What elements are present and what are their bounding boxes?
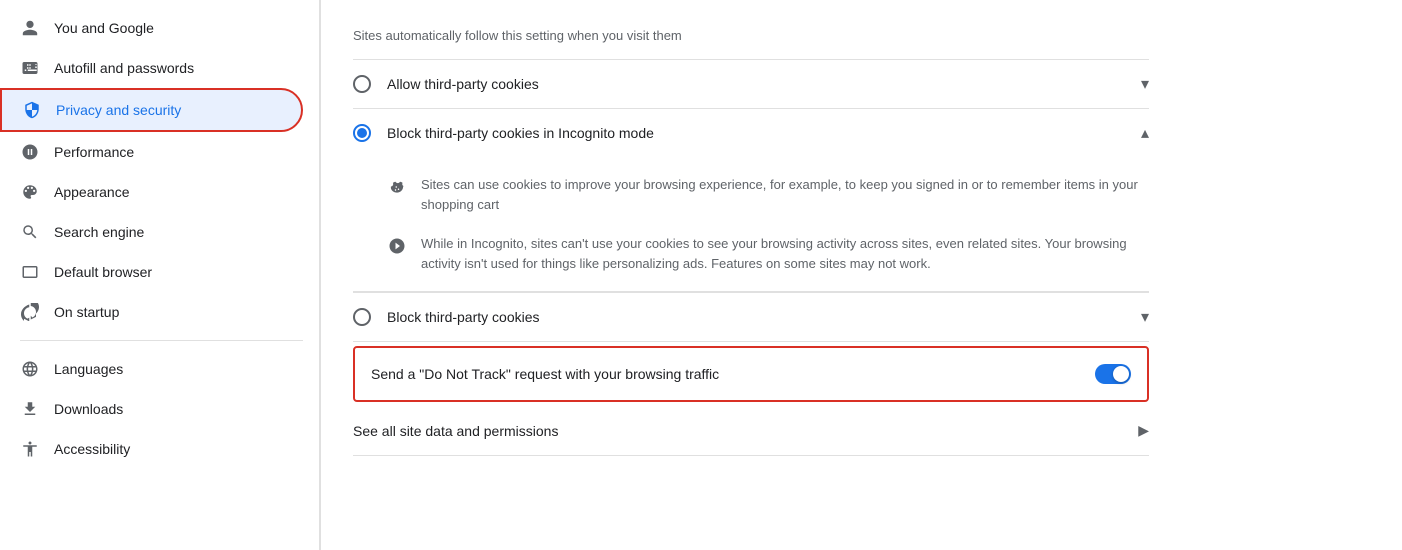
expanded-row-2: While in Incognito, sites can't use your… <box>387 224 1149 283</box>
main-content: Sites automatically follow this setting … <box>321 0 1402 550</box>
accessibility-icon <box>20 439 40 459</box>
arrow-right-icon: ▶ <box>1138 422 1149 439</box>
sidebar-item-label: Search engine <box>54 224 144 240</box>
sidebar-item-label: Autofill and passwords <box>54 60 194 76</box>
sidebar-item-label: Downloads <box>54 401 123 417</box>
sidebar-item-label: Privacy and security <box>56 102 181 118</box>
incognito-radio[interactable] <box>353 124 371 142</box>
incognito-option-label: Block third-party cookies in Incognito m… <box>387 125 1125 141</box>
startup-icon <box>20 302 40 322</box>
expanded-text-2: While in Incognito, sites can't use your… <box>421 234 1149 273</box>
sidebar-item-search-engine[interactable]: Search engine <box>0 212 303 252</box>
sidebar: You and Google Autofill and passwords Pr… <box>0 0 320 550</box>
sidebar-item-label: You and Google <box>54 20 154 36</box>
allow-radio[interactable] <box>353 75 371 93</box>
expanded-row-1: Sites can use cookies to improve your br… <box>387 165 1149 224</box>
sidebar-item-on-startup[interactable]: On startup <box>0 292 303 332</box>
allow-third-party-option[interactable]: Allow third-party cookies ▾ <box>353 60 1149 109</box>
search-icon <box>20 222 40 242</box>
dnt-row[interactable]: Send a "Do Not Track" request with your … <box>353 346 1149 402</box>
dnt-label: Send a "Do Not Track" request with your … <box>371 366 1095 382</box>
sidebar-item-label: Appearance <box>54 184 130 200</box>
expanded-text-1: Sites can use cookies to improve your br… <box>421 175 1149 214</box>
expanded-content: Sites can use cookies to improve your br… <box>353 157 1149 292</box>
allow-chevron-icon: ▾ <box>1141 74 1149 94</box>
shield-icon <box>22 100 42 120</box>
site-data-label: See all site data and permissions <box>353 423 1138 439</box>
performance-icon <box>20 142 40 162</box>
sidebar-item-performance[interactable]: Performance <box>0 132 303 172</box>
dnt-toggle[interactable] <box>1095 364 1131 384</box>
autofill-icon <box>20 58 40 78</box>
top-description: Sites automatically follow this setting … <box>353 16 1149 60</box>
sidebar-item-autofill[interactable]: Autofill and passwords <box>0 48 303 88</box>
sidebar-item-you-and-google[interactable]: You and Google <box>0 8 303 48</box>
cookie-icon <box>387 177 407 197</box>
block-all-radio[interactable] <box>353 308 371 326</box>
sidebar-item-accessibility[interactable]: Accessibility <box>0 429 303 469</box>
sidebar-divider <box>20 340 303 341</box>
sidebar-item-languages[interactable]: Languages <box>0 349 303 389</box>
block-incognito-section: Block third-party cookies in Incognito m… <box>353 109 1149 293</box>
download-icon <box>20 399 40 419</box>
block-icon <box>387 236 407 256</box>
sidebar-item-label: On startup <box>54 304 119 320</box>
person-icon <box>20 18 40 38</box>
sidebar-item-default-browser[interactable]: Default browser <box>0 252 303 292</box>
block-all-chevron-icon: ▾ <box>1141 307 1149 327</box>
sidebar-item-label: Accessibility <box>54 441 130 457</box>
sidebar-item-label: Languages <box>54 361 123 377</box>
block-all-option-label: Block third-party cookies <box>387 309 1125 325</box>
allow-option-label: Allow third-party cookies <box>387 76 1125 92</box>
globe-icon <box>20 359 40 379</box>
sidebar-item-privacy[interactable]: Privacy and security <box>0 88 303 132</box>
site-data-row[interactable]: See all site data and permissions ▶ <box>353 406 1149 456</box>
sidebar-item-label: Performance <box>54 144 134 160</box>
block-incognito-option[interactable]: Block third-party cookies in Incognito m… <box>353 109 1149 157</box>
sidebar-item-downloads[interactable]: Downloads <box>0 389 303 429</box>
sidebar-item-label: Default browser <box>54 264 152 280</box>
incognito-chevron-icon: ▴ <box>1141 123 1149 143</box>
palette-icon <box>20 182 40 202</box>
sidebar-item-appearance[interactable]: Appearance <box>0 172 303 212</box>
block-all-option[interactable]: Block third-party cookies ▾ <box>353 293 1149 342</box>
browser-icon <box>20 262 40 282</box>
